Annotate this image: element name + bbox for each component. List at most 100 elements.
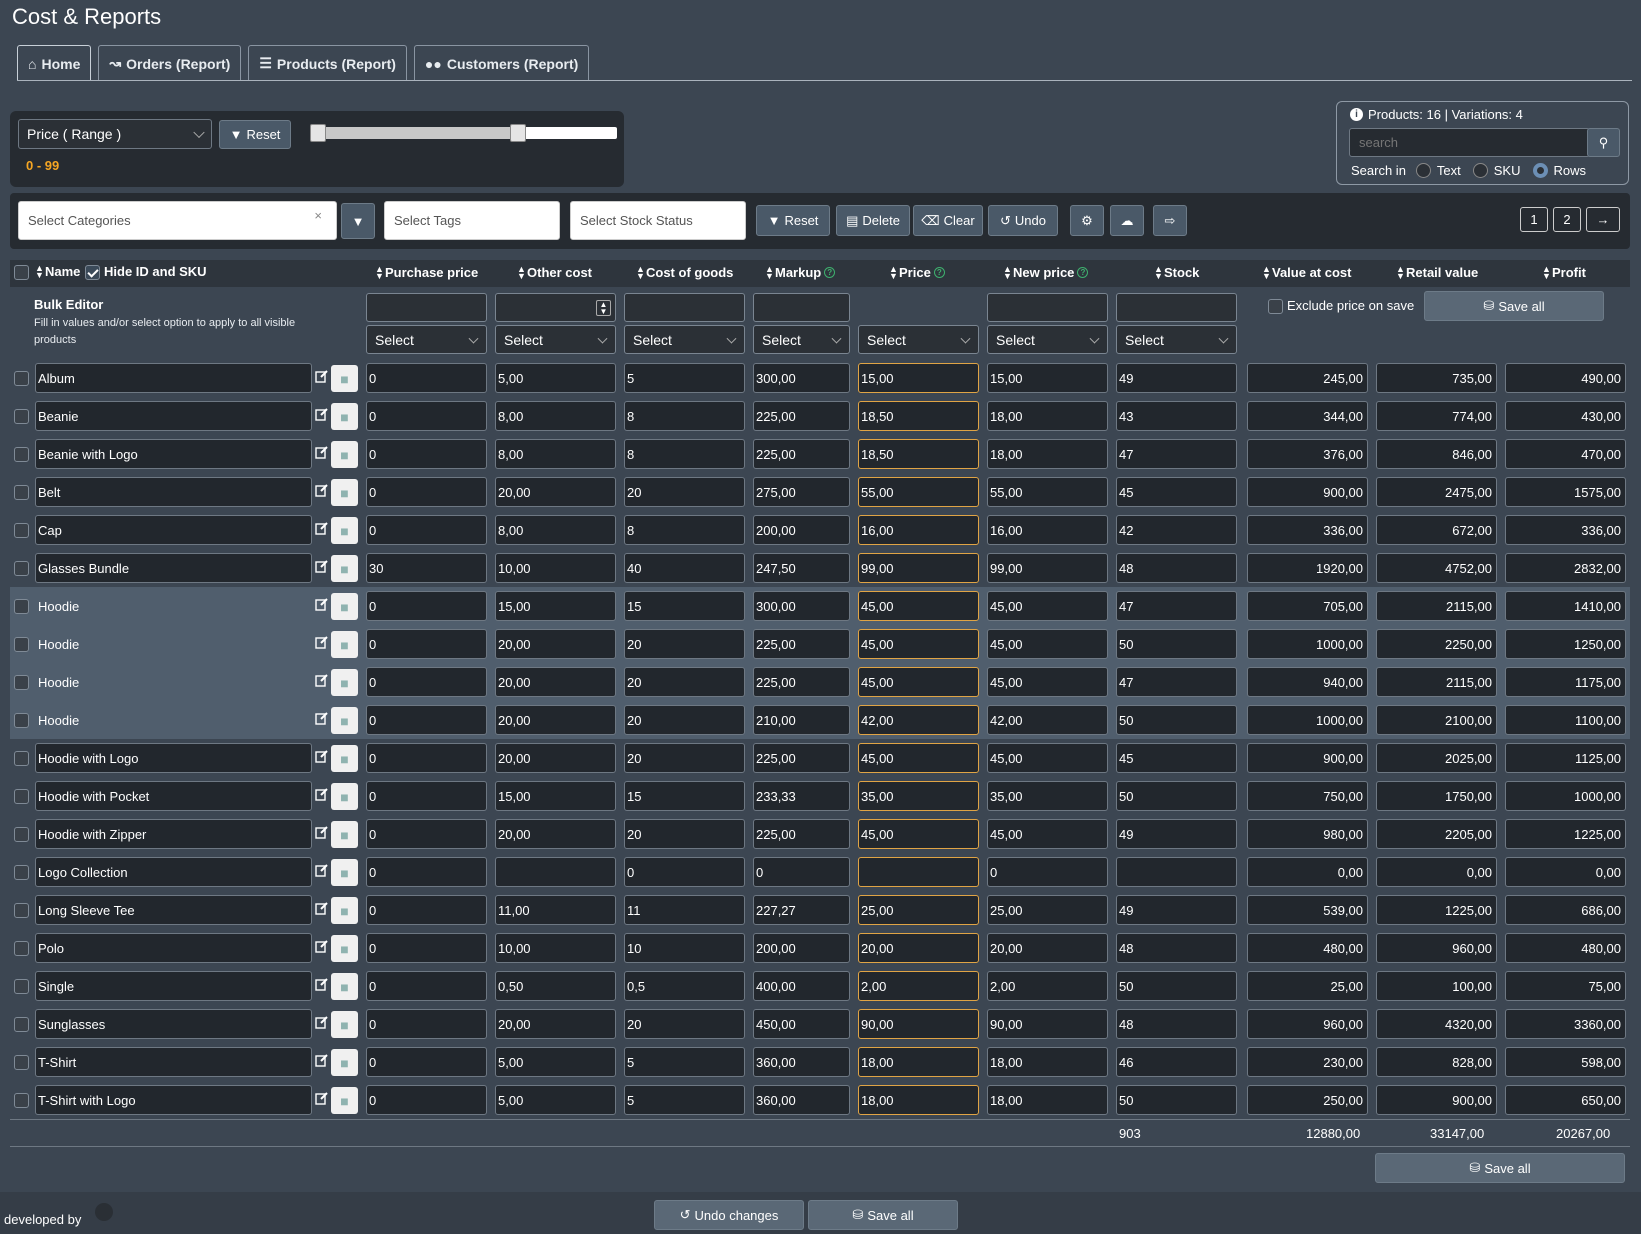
hoodie-icon[interactable]: ■	[331, 821, 358, 848]
bulk-purchase-input[interactable]	[366, 293, 487, 322]
stock-input[interactable]: 47	[1116, 439, 1237, 469]
stock-input[interactable]: 50	[1116, 781, 1237, 811]
hoodie-icon[interactable]: ■	[331, 593, 358, 620]
new-price-input[interactable]: 45,00	[987, 667, 1108, 697]
cost-of-goods-input[interactable]: 20	[624, 667, 745, 697]
help-icon[interactable]: ?	[824, 267, 836, 278]
cost-of-goods-input[interactable]: 0,5	[624, 971, 745, 1001]
radio-text[interactable]	[1415, 163, 1431, 178]
tshirt-icon[interactable]: ■	[331, 935, 358, 962]
markup-input[interactable]: 400,00	[753, 971, 850, 1001]
new-price-input[interactable]: 25,00	[987, 895, 1108, 925]
stock-input[interactable]: 47	[1116, 667, 1237, 697]
column-new-price[interactable]: ▲ ▼ New price?	[1003, 264, 1089, 280]
row-checkbox[interactable]	[14, 751, 29, 766]
row-checkbox[interactable]	[14, 1017, 29, 1032]
row-checkbox[interactable]	[14, 409, 29, 424]
other-cost-input[interactable]: 20,00	[495, 477, 616, 507]
row-checkbox[interactable]	[14, 371, 29, 386]
tab-products-report[interactable]: ☰ Products (Report)	[248, 45, 407, 81]
search-button[interactable]: ⚲	[1587, 128, 1620, 157]
bulk-save-all-button[interactable]: ⛁ Save all	[1424, 291, 1604, 321]
markup-input[interactable]: 225,00	[753, 667, 850, 697]
other-cost-input[interactable]: 20,00	[495, 667, 616, 697]
price-reset-button[interactable]: ▼ Reset	[219, 120, 291, 149]
price-input[interactable]: 45,00	[858, 667, 979, 697]
bulk-markup-input[interactable]	[753, 293, 850, 322]
beanie-icon[interactable]: ■	[331, 441, 358, 468]
other-cost-input[interactable]: 5,00	[495, 363, 616, 393]
column-name[interactable]: ▲ ▼ Name	[35, 263, 80, 279]
bulk-price-select[interactable]: Select	[858, 325, 979, 354]
bulk-stock-select[interactable]: Select	[1116, 325, 1237, 354]
purchase-price-input[interactable]: 0	[366, 743, 487, 773]
purchase-price-input[interactable]: 0	[366, 401, 487, 431]
beanie-icon[interactable]: ■	[331, 403, 358, 430]
stock-input[interactable]: 45	[1116, 743, 1237, 773]
purchase-price-input[interactable]: 0	[366, 705, 487, 735]
stock-input[interactable]: 43	[1116, 401, 1237, 431]
other-cost-input[interactable]: 5,00	[495, 1085, 616, 1115]
edit-icon[interactable]	[315, 521, 329, 535]
edit-icon[interactable]	[315, 1015, 329, 1029]
product-name-input[interactable]: Cap	[35, 515, 312, 545]
tab-orders-report[interactable]: ↝ Orders (Report)	[98, 45, 242, 81]
cost-of-goods-input[interactable]: 8	[624, 401, 745, 431]
row-checkbox[interactable]	[14, 637, 29, 652]
cost-of-goods-input[interactable]: 20	[624, 1009, 745, 1039]
column-stock[interactable]: ▲ ▼ Stock	[1154, 264, 1199, 280]
row-checkbox[interactable]	[14, 523, 29, 538]
belt-icon[interactable]: ■	[331, 479, 358, 506]
hoodie-icon[interactable]: ■	[331, 707, 358, 734]
new-price-input[interactable]: 2,00	[987, 971, 1108, 1001]
range-min-handle[interactable]	[310, 124, 326, 142]
purchase-price-input[interactable]: 0	[366, 1009, 487, 1039]
edit-icon[interactable]	[315, 1053, 329, 1067]
new-price-input[interactable]: 45,00	[987, 591, 1108, 621]
edit-icon[interactable]	[315, 369, 329, 383]
product-name-input[interactable]: Hoodie with Zipper	[35, 819, 312, 849]
new-price-input[interactable]: 15,00	[987, 363, 1108, 393]
tshirt-icon[interactable]: ■	[331, 897, 358, 924]
purchase-price-input[interactable]: 0	[366, 857, 487, 887]
row-checkbox[interactable]	[14, 979, 29, 994]
other-cost-input[interactable]: 8,00	[495, 401, 616, 431]
range-max-handle[interactable]	[510, 124, 526, 142]
product-name-input[interactable]: Sunglasses	[35, 1009, 312, 1039]
product-name-input[interactable]: Hoodie	[35, 591, 312, 621]
cost-of-goods-input[interactable]: 5	[624, 363, 745, 393]
price-input[interactable]: 45,00	[858, 591, 979, 621]
purchase-price-input[interactable]: 0	[366, 477, 487, 507]
cost-of-goods-input[interactable]: 11	[624, 895, 745, 925]
other-cost-input[interactable]	[495, 857, 616, 887]
column-value-at-cost[interactable]: ▲ ▼ Value at cost	[1262, 264, 1351, 280]
product-name-input[interactable]: Logo Collection	[35, 857, 312, 887]
markup-input[interactable]: 360,00	[753, 1085, 850, 1115]
stock-input[interactable]: 50	[1116, 629, 1237, 659]
bulk-cog-select[interactable]: Select	[624, 325, 745, 354]
column-other-cost[interactable]: ▲ ▼ Other cost	[517, 264, 592, 280]
page-1-button[interactable]: 1	[1520, 207, 1548, 232]
edit-icon[interactable]	[315, 673, 329, 687]
product-name-input[interactable]: Hoodie with Logo	[35, 743, 312, 773]
hide-id-sku-checkbox[interactable]	[85, 265, 100, 280]
bulk-other-cost-input[interactable]: ▲ ▼	[495, 293, 616, 322]
purchase-price-input[interactable]: 0	[366, 933, 487, 963]
other-cost-input[interactable]: 8,00	[495, 515, 616, 545]
edit-icon[interactable]	[315, 635, 329, 649]
price-input[interactable]: 18,50	[858, 439, 979, 469]
stock-input[interactable]: 46	[1116, 1047, 1237, 1077]
purchase-price-input[interactable]: 0	[366, 819, 487, 849]
export-button[interactable]: ⇨	[1153, 205, 1187, 236]
album-icon[interactable]: ■	[331, 365, 358, 392]
bulk-other-cost-select[interactable]: Select	[495, 325, 616, 354]
column-markup[interactable]: ▲ ▼ Markup?	[765, 264, 836, 280]
cost-of-goods-input[interactable]: 5	[624, 1047, 745, 1077]
other-cost-input[interactable]: 20,00	[495, 705, 616, 735]
hoodie-icon[interactable]: ■	[331, 631, 358, 658]
cap-icon[interactable]: ■	[331, 517, 358, 544]
stock-input[interactable]: 45	[1116, 477, 1237, 507]
markup-input[interactable]: 0	[753, 857, 850, 887]
cost-of-goods-input[interactable]: 20	[624, 629, 745, 659]
edit-icon[interactable]	[315, 483, 329, 497]
